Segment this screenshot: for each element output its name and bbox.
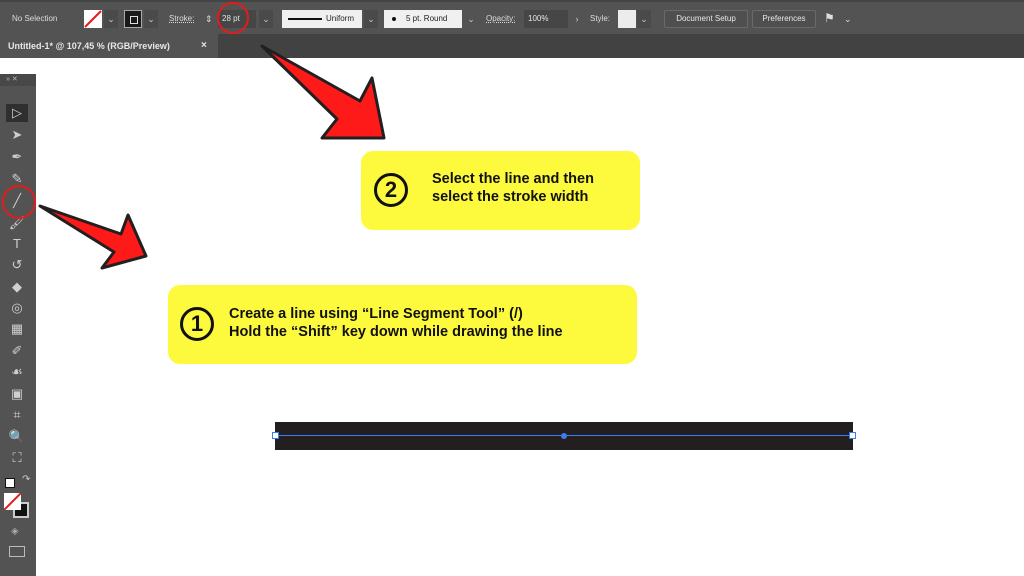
- shape-builder-tool[interactable]: ◎: [6, 299, 28, 317]
- anchor-point-end[interactable]: [849, 432, 856, 439]
- callout-step-1: 1 Create a line using “Line Segment Tool…: [168, 285, 637, 364]
- line-tool-highlight-circle: [2, 185, 36, 219]
- free-transform-icon: ⛶: [12, 450, 22, 465]
- brush-dot-icon: [392, 17, 396, 21]
- fill-dropdown[interactable]: ⌄: [104, 10, 118, 28]
- fill-none-icon: [4, 493, 21, 510]
- variable-width-profile[interactable]: Uniform: [282, 10, 362, 28]
- eyedropper-icon: ✐: [11, 343, 23, 358]
- curvature-icon: ✎: [11, 171, 23, 186]
- arrow-to-stroke-icon: [260, 44, 386, 140]
- opacity-label[interactable]: Opacity:: [486, 10, 515, 28]
- profile-dropdown[interactable]: ⌄: [364, 10, 378, 28]
- artboard-icon: ⌗: [13, 407, 21, 422]
- arrange-documents-icon[interactable]: ⚑: [824, 9, 835, 27]
- selection-status: No Selection: [12, 14, 58, 23]
- default-colors-icon[interactable]: [5, 478, 15, 488]
- eyedropper-tool[interactable]: ✐: [6, 342, 28, 360]
- document-tab-bar: Untitled-1* @ 107,45 % (RGB/Preview) ×: [0, 34, 1024, 58]
- selection-icon: ▷: [12, 105, 22, 120]
- brush-definition[interactable]: 5 pt. Round: [384, 10, 462, 28]
- draw-mode-icon[interactable]: ◈: [11, 526, 19, 537]
- stroke-weight-highlight-circle: [217, 2, 249, 34]
- step-1-number: 1: [180, 307, 214, 341]
- stroke-swatch[interactable]: [124, 10, 142, 28]
- brush-dropdown[interactable]: ⌄: [464, 10, 478, 28]
- document-tab[interactable]: Untitled-1* @ 107,45 % (RGB/Preview) ×: [0, 34, 218, 58]
- zoom-tool[interactable]: 🔍: [6, 428, 28, 446]
- callout-step-2: 2 Select the line and then select the st…: [361, 151, 640, 230]
- type-icon: T: [13, 236, 21, 251]
- document-setup-button[interactable]: Document Setup: [664, 10, 748, 28]
- style-dropdown[interactable]: ⌄: [637, 10, 651, 28]
- drawn-line-path[interactable]: [272, 422, 856, 450]
- document-tab-title: Untitled-1* @ 107,45 % (RGB/Preview): [8, 41, 170, 51]
- stroke-label[interactable]: Stroke:: [169, 10, 194, 28]
- eraser-tool[interactable]: ◆: [6, 278, 28, 296]
- stroke-color-dropdown[interactable]: ⌄: [144, 10, 158, 28]
- control-bar: No Selection ⌄ ⌄ Stroke: ⇕ 28 pt ⌄ Unifo…: [0, 0, 1024, 34]
- tools-panel: » ✕ ▷ ➤ ✒ ✎ ╱ 🖌 T ↺ ◆ ◎ ▦ ✐ ☙ ▣ ⌗ 🔍 ⛶ ↷ ◈: [0, 74, 36, 576]
- profile-label: Uniform: [326, 14, 355, 23]
- preferences-button[interactable]: Preferences: [752, 10, 816, 28]
- type-tool[interactable]: T: [6, 235, 28, 253]
- direct-selection-tool[interactable]: ➤: [6, 126, 28, 144]
- opacity-input[interactable]: 100%: [524, 10, 568, 28]
- none-slash-icon: [84, 10, 102, 28]
- live-paint-icon: ▣: [10, 386, 24, 401]
- pen-icon: ✒: [11, 149, 23, 164]
- stroke-weight-dropdown[interactable]: ⌄: [259, 10, 273, 28]
- screen-mode-icon[interactable]: [9, 546, 25, 557]
- selection-tool[interactable]: ▷: [6, 104, 28, 122]
- anchor-point-start[interactable]: [272, 432, 279, 439]
- direct-selection-icon: ➤: [11, 127, 23, 142]
- stroke-stepper-icon[interactable]: ⇕: [205, 10, 213, 28]
- pen-tool[interactable]: ✒: [6, 148, 28, 166]
- artboard-tool[interactable]: ⌗: [6, 406, 28, 424]
- free-transform-tool[interactable]: ⛶: [6, 449, 28, 467]
- puppet-warp-icon: ☙: [11, 364, 23, 379]
- arrow-to-line-tool-icon: [38, 204, 148, 270]
- step-2-line-2: select the stroke width: [432, 189, 589, 205]
- style-swatch[interactable]: [618, 10, 636, 28]
- fill-swatch[interactable]: [84, 10, 102, 28]
- profile-line-icon: [288, 18, 322, 20]
- gradient-tool[interactable]: ▦: [6, 320, 28, 338]
- puppet-warp-tool[interactable]: ☙: [6, 363, 28, 381]
- brush-label: 5 pt. Round: [406, 14, 448, 23]
- stroke-square-icon: [130, 16, 138, 24]
- rotate-icon: ↺: [11, 257, 23, 272]
- center-point[interactable]: [561, 433, 567, 439]
- gradient-icon: ▦: [10, 321, 24, 336]
- arrange-chevron-icon[interactable]: ⌄: [844, 10, 852, 28]
- shape-builder-icon: ◎: [11, 300, 23, 315]
- step-1-line-2: Hold the “Shift” key down while drawing …: [229, 324, 563, 340]
- step-2-line-1: Select the line and then: [432, 171, 594, 187]
- step-1-text: Create a line using “Line Segment Tool” …: [229, 305, 563, 341]
- opacity-arrow-icon[interactable]: ›: [570, 10, 584, 28]
- style-label: Style:: [590, 14, 611, 23]
- step-2-text: Select the line and then select the stro…: [432, 170, 594, 206]
- zoom-icon: 🔍: [8, 429, 26, 444]
- close-tab-icon[interactable]: ×: [201, 34, 207, 58]
- tools-panel-header[interactable]: » ✕: [0, 74, 36, 86]
- step-2-number: 2: [374, 173, 408, 207]
- step-1-line-1: Create a line using “Line Segment Tool” …: [229, 306, 523, 322]
- live-paint-tool[interactable]: ▣: [6, 385, 28, 403]
- swap-colors-icon[interactable]: ↷: [22, 474, 30, 485]
- rotate-tool[interactable]: ↺: [6, 256, 28, 274]
- eraser-icon: ◆: [12, 279, 22, 294]
- fill-color-box[interactable]: [4, 493, 21, 510]
